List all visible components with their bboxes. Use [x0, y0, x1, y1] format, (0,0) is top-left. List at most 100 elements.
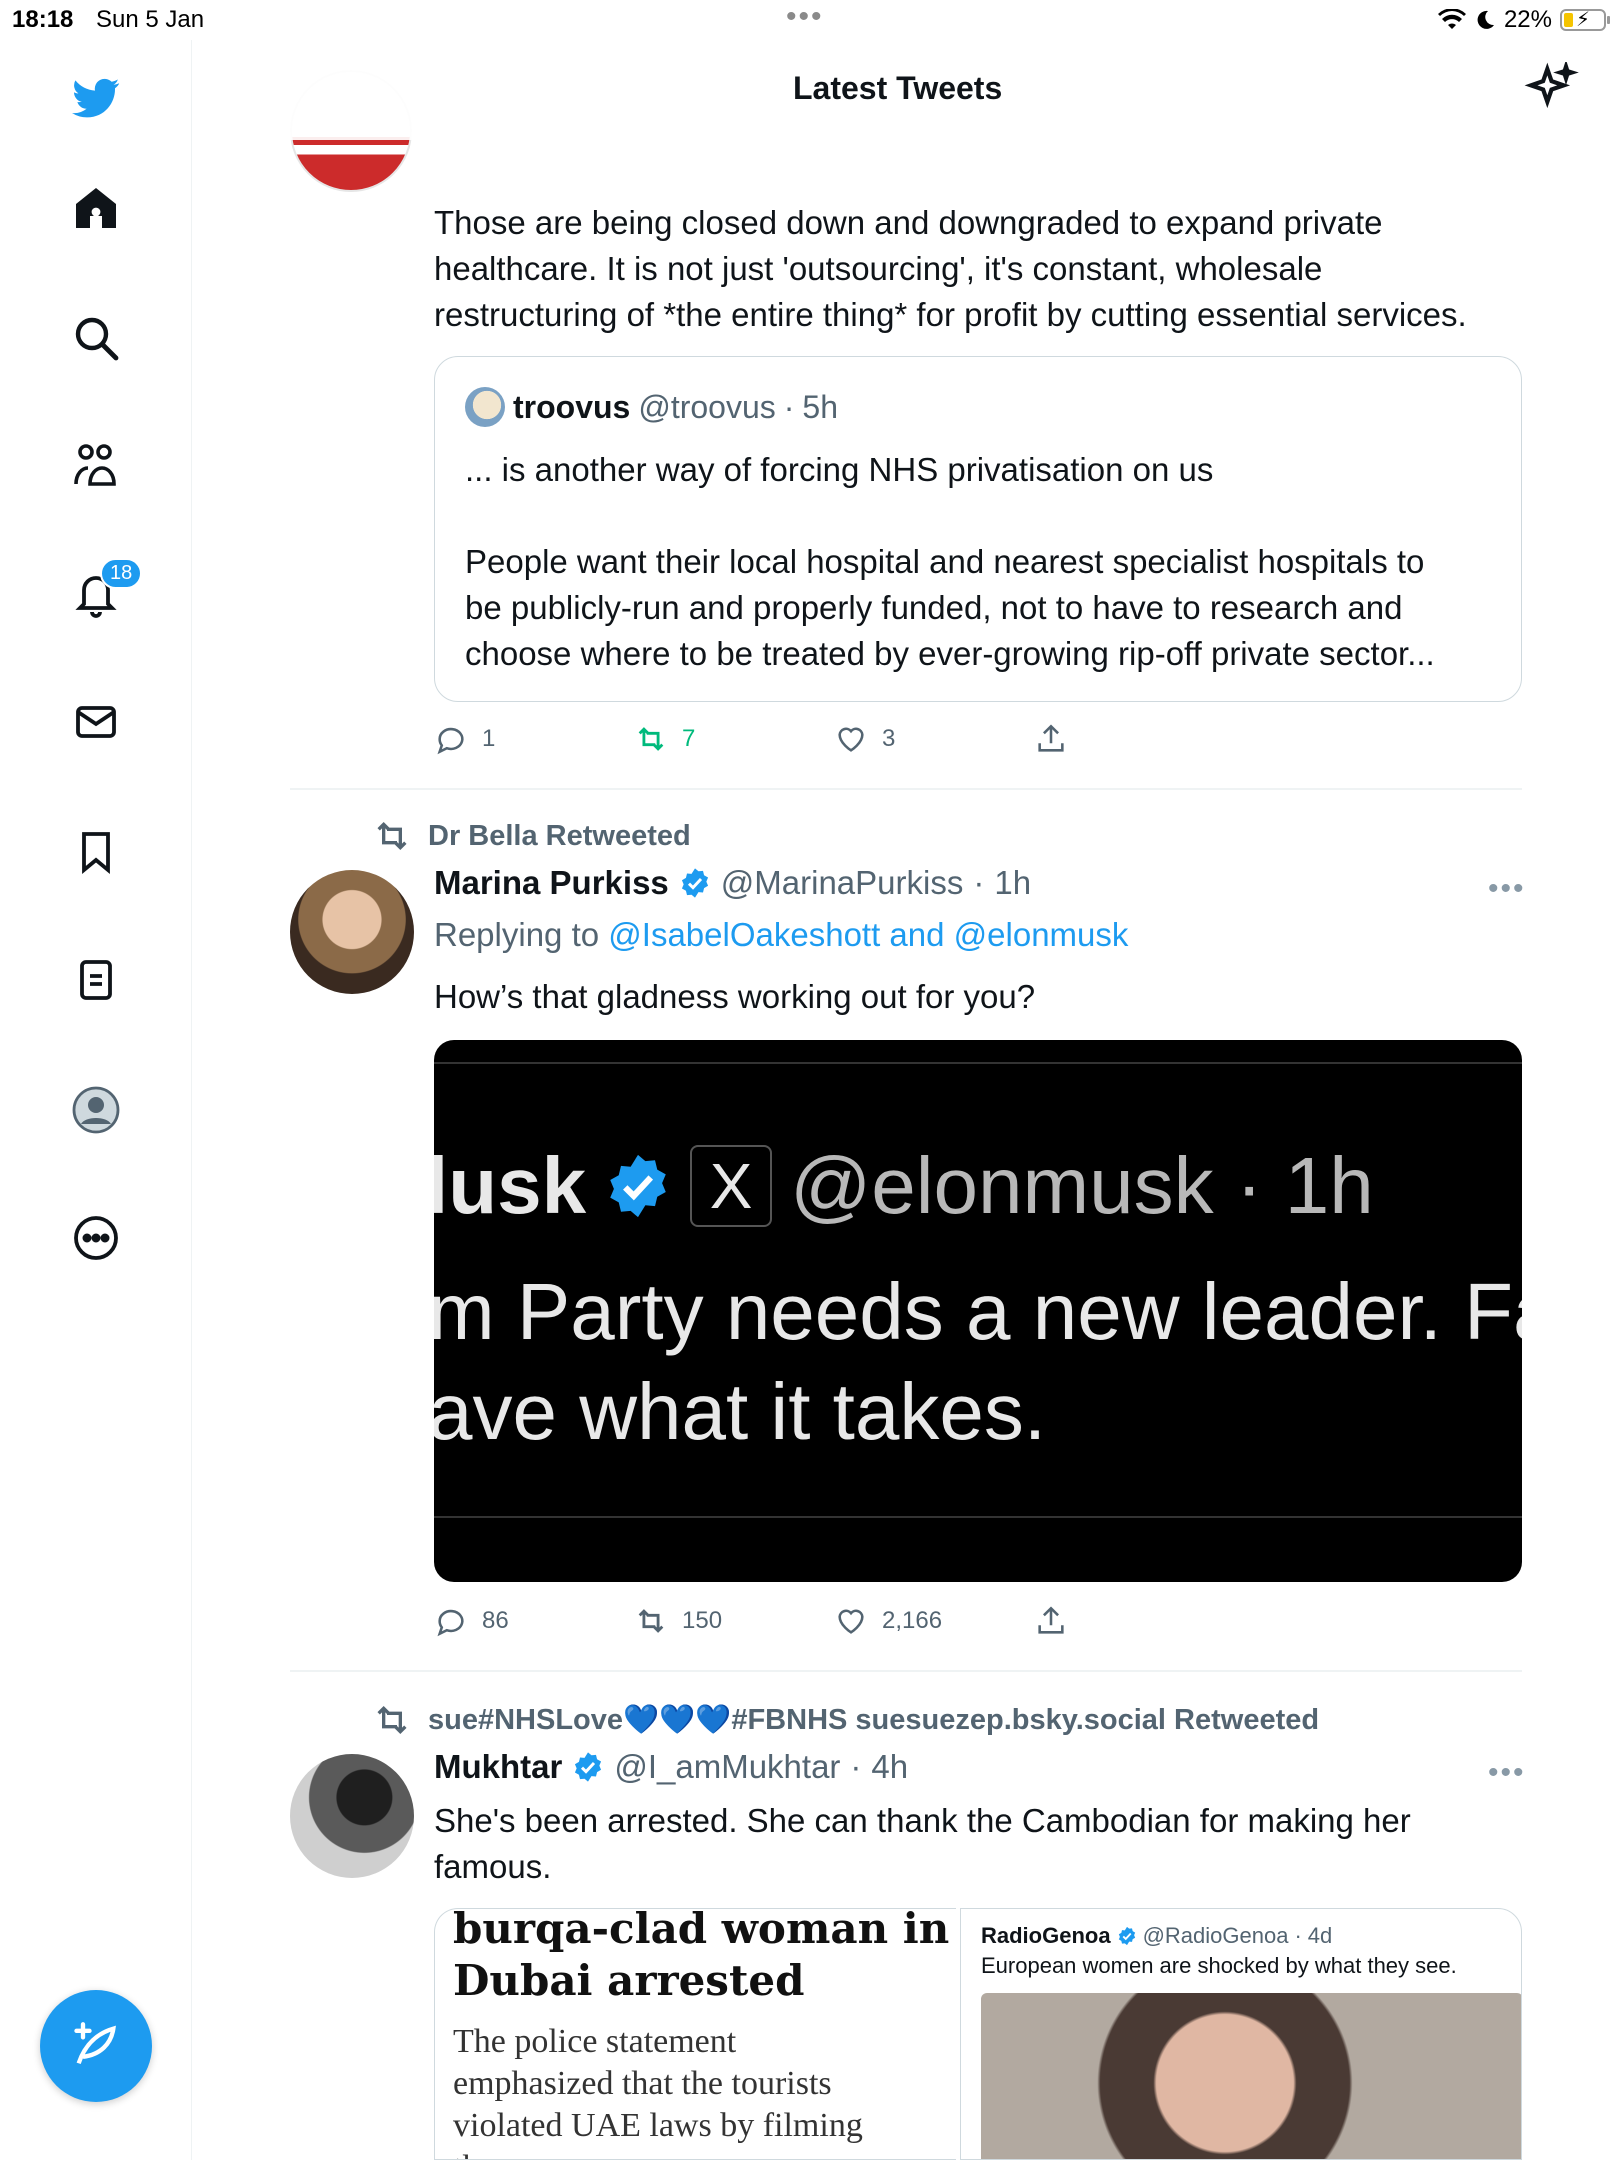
- search-icon[interactable]: [66, 308, 126, 368]
- share-icon: [1038, 1606, 1064, 1634]
- twitter-logo-icon[interactable]: [66, 68, 126, 128]
- retweet-icon: [377, 1705, 407, 1735]
- retweet-count: 7: [682, 725, 696, 752]
- bookmarks-icon[interactable]: [66, 822, 126, 882]
- replying-to: Replying to @IsabelOakeshott and @elonmu…: [434, 916, 1128, 954]
- tweet-divider: [290, 1670, 1522, 1672]
- verified-badge-icon: [610, 1154, 666, 1218]
- x-logo-icon: X: [690, 1145, 773, 1227]
- retweeted-by[interactable]: Dr Bella Retweeted: [372, 816, 691, 856]
- wifi-icon: [1437, 9, 1466, 29]
- tweet-author-avatar[interactable]: [290, 870, 414, 994]
- separator-dot: ·: [1294, 1923, 1302, 1948]
- reply-count: 86: [482, 1607, 509, 1634]
- moon-icon: [1477, 10, 1494, 29]
- media-handle-time: @elonmusk · 1h: [790, 1141, 1374, 1230]
- tweet-author-avatar[interactable]: [290, 1754, 414, 1878]
- retweet-button[interactable]: 150: [634, 1604, 834, 1638]
- tweet-text: Those are being closed down and downgrad…: [434, 204, 1467, 333]
- sparkle-icon[interactable]: [1524, 62, 1580, 118]
- tweet-author-name[interactable]: Mukhtar: [434, 1748, 562, 1786]
- retweet-count: 150: [682, 1607, 723, 1634]
- quoted-tweet[interactable]: troovus @troovus · 5h ... is another way…: [434, 356, 1522, 702]
- media-name-fragment: lusk: [434, 1141, 587, 1230]
- tweet-time: 1h: [994, 864, 1032, 901]
- sidebar: 18: [0, 40, 192, 2160]
- battery-icon: ⚡: [1560, 9, 1610, 31]
- notifications-badge: 18: [100, 558, 143, 589]
- embedded-text: European women are shocked by what they …: [981, 1953, 1457, 1978]
- quoted-time: 5h: [802, 388, 839, 425]
- retweet-icon: [638, 1609, 664, 1633]
- embedded-photo: [981, 1993, 1521, 2159]
- tweet-media-image[interactable]: lusk X @elonmusk · 1h m Party needs a ne…: [434, 1040, 1522, 1582]
- battery-percent: 22%: [1503, 6, 1552, 33]
- retweet-button[interactable]: 7: [634, 722, 834, 756]
- quoted-tweet-header: troovus @troovus · 5h: [465, 387, 838, 427]
- lists-icon[interactable]: [66, 950, 126, 1010]
- embedded-author-handle: @RadioGenoa: [1142, 1923, 1289, 1948]
- tweet-time: 4h: [871, 1748, 909, 1785]
- retweeted-by[interactable]: sue#NHSLove💙💙💙#FBNHS suesuezep.bsky.soci…: [372, 1700, 1319, 1740]
- separator-dot: ·: [783, 388, 795, 425]
- replying-to-prefix: Replying to: [434, 916, 600, 953]
- retweet-icon: [638, 727, 664, 751]
- quoted-author-handle: @troovus: [638, 388, 776, 425]
- tweet-author-handle[interactable]: @I_amMukhtar: [614, 1748, 840, 1786]
- communities-icon[interactable]: [66, 436, 126, 496]
- status-right: 22% ⚡: [1437, 6, 1610, 34]
- messages-icon[interactable]: [66, 692, 126, 752]
- share-icon: [1038, 724, 1064, 752]
- media-text-line: m Party needs a new leader. Fara: [434, 1267, 1522, 1356]
- tweet-more-icon[interactable]: •••: [1488, 1756, 1526, 1790]
- media-divider: [434, 1516, 1522, 1518]
- timeline-header: Latest Tweets: [193, 40, 1620, 140]
- retweet-icon: [377, 821, 407, 851]
- multitasking-dots-icon[interactable]: •••: [786, 0, 824, 34]
- retweeted-by-text: sue#NHSLove💙💙💙#FBNHS suesuezep.bsky.soci…: [428, 1704, 1320, 1736]
- separator-dot: ·: [850, 1748, 862, 1785]
- like-count: 2,166: [882, 1607, 943, 1634]
- tweet-author-line: Mukhtar @I_amMukhtar · 4h: [434, 1748, 908, 1786]
- verified-badge-icon: [575, 1752, 602, 1782]
- media-header-row: lusk X @elonmusk · 1h: [434, 1140, 1374, 1232]
- reply-button[interactable]: 86: [434, 1604, 634, 1638]
- quoted-author-name: troovus: [513, 388, 631, 425]
- tweet-author-handle[interactable]: @MarinaPurkiss: [721, 864, 964, 902]
- home-icon[interactable]: [66, 178, 126, 238]
- reply-icon: [437, 727, 464, 755]
- tweet-text: She's been arrested. She can thank the C…: [434, 1802, 1411, 1885]
- tweet-actions: 1 7 3: [434, 722, 1234, 756]
- tweet-media-image[interactable]: RadioGenoa @RadioGenoa · 4d European wom…: [960, 1908, 1522, 2160]
- heart-icon: [838, 727, 864, 752]
- tweet-media-image[interactable]: burqa-clad woman in Dubai arrested The p…: [434, 1908, 956, 2160]
- status-time: 18:18: [12, 6, 74, 33]
- quoted-avatar: [465, 387, 505, 427]
- page-title: Latest Tweets: [793, 70, 1003, 106]
- heart-icon: [838, 1609, 864, 1634]
- embedded-time: 4d: [1307, 1923, 1333, 1948]
- tweet-actions: 86 150 2,166: [434, 1604, 1234, 1638]
- profile-avatar-icon[interactable]: [66, 1080, 126, 1140]
- quoted-tweet-text: ... is another way of forcing NHS privat…: [465, 451, 1435, 672]
- status-bar: 18:18 Sun 5 Jan ••• 22% ⚡: [0, 0, 1620, 40]
- share-button[interactable]: [1034, 722, 1234, 756]
- tweet-more-icon[interactable]: •••: [1488, 872, 1526, 906]
- reply-button[interactable]: 1: [434, 722, 634, 756]
- status-date: Sun 5 Jan: [96, 6, 205, 33]
- more-icon[interactable]: [66, 1208, 126, 1268]
- like-button[interactable]: 2,166: [834, 1604, 1034, 1638]
- like-button[interactable]: 3: [834, 722, 1034, 756]
- media-headline: burqa-clad woman in Dubai arrested: [453, 1908, 950, 2005]
- compose-tweet-button[interactable]: [40, 1990, 152, 2102]
- separator-dot: ·: [973, 864, 985, 901]
- reply-count: 1: [482, 725, 496, 752]
- notifications-icon[interactable]: 18: [66, 558, 143, 624]
- tweet-author-name[interactable]: Marina Purkiss: [434, 864, 669, 902]
- media-body-text: The police statement emphasized that the…: [453, 2023, 863, 2159]
- replying-to-link[interactable]: @IsabelOakeshott and @elonmusk: [608, 916, 1128, 953]
- media-divider: [434, 1062, 1522, 1064]
- tweet-text: How’s that gladness working out for you?: [434, 978, 1036, 1015]
- share-button[interactable]: [1034, 1604, 1234, 1638]
- verified-badge-icon: [1118, 1926, 1135, 1946]
